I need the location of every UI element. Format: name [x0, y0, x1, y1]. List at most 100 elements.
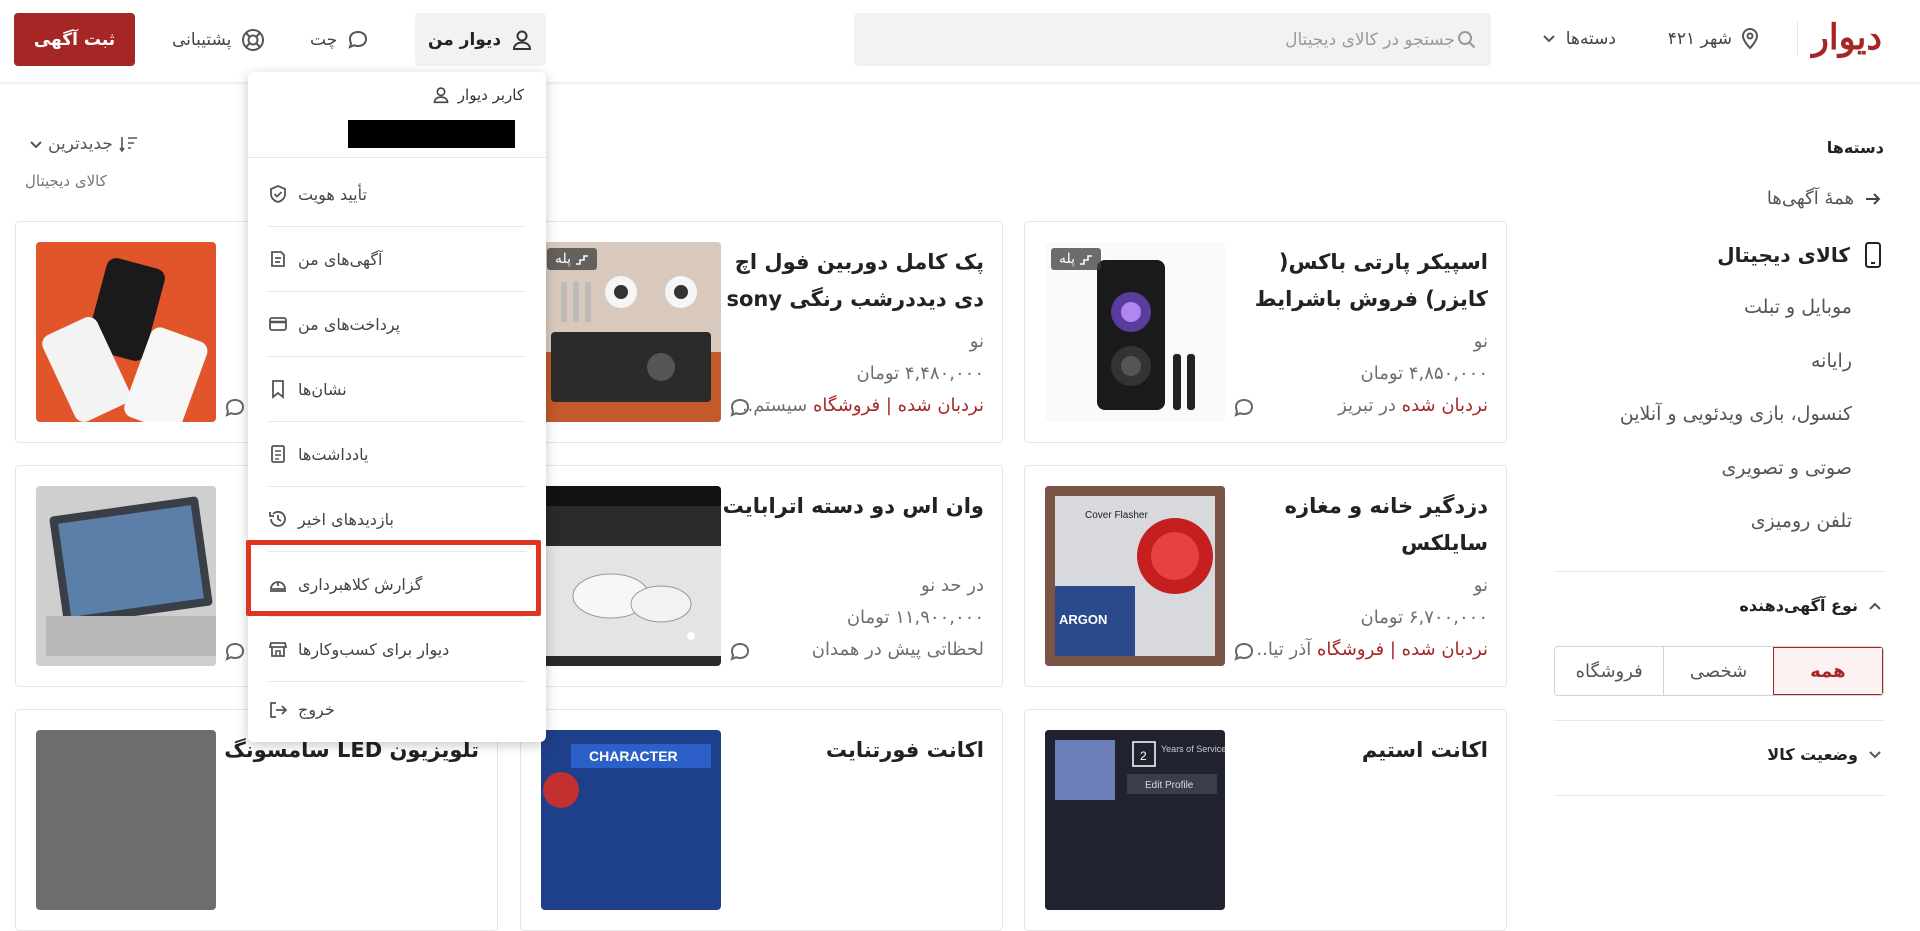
sidebar-title: دسته‌ها — [1826, 138, 1884, 157]
pele-badge: پله — [547, 248, 598, 270]
menu-user-label: کاربر دیوار — [457, 86, 524, 104]
listing-card[interactable]: تلویزیون LED سامسونگ — [15, 709, 498, 931]
svg-text:2: 2 — [1140, 749, 1147, 763]
chat-bubble-icon[interactable] — [729, 642, 751, 662]
credit-card-icon — [268, 314, 288, 334]
listing-title: اسپیکر پارتی باکس( کایزر) فروش باشرایط — [1254, 250, 1488, 311]
poster-type-all[interactable]: همه — [1772, 647, 1883, 695]
arrow-right-icon — [1864, 191, 1882, 207]
menu-item-label: نشان‌ها — [298, 379, 347, 399]
sidebar-all-ads-label: همهٔ آگهی‌ها — [1766, 188, 1854, 209]
game-title-text: CHARACTER — [589, 748, 678, 764]
steam-profile-image: 2 Years of Service Edit Profile — [1045, 730, 1225, 910]
menu-item-divar-business[interactable]: دیوار برای کسب‌وکارها — [268, 617, 526, 682]
listing-card[interactable]: اکانت فورتنایت CHARACTER — [520, 709, 1003, 931]
sidebar-item-mobile[interactable]: موبایل و تبلت — [1744, 296, 1852, 318]
listing-image: 2 Years of Service Edit Profile — [1045, 730, 1225, 910]
search-input[interactable] — [868, 28, 1457, 51]
search-box[interactable] — [854, 13, 1491, 66]
menu-item-recent-views[interactable]: بازدیدهای اخیر — [268, 487, 526, 552]
post-ad-button[interactable]: ثبت آگهی — [14, 13, 135, 66]
stairs-icon — [575, 253, 589, 265]
condition-toggle[interactable]: وضعیت کالا — [1767, 745, 1882, 764]
listing-card[interactable]: پک کامل دوربین فول اچ دی دیددرشب رنگی so… — [520, 221, 1003, 443]
menu-item-my-ads[interactable]: آگهی‌های من — [268, 227, 526, 292]
listing-image: پله — [1045, 242, 1225, 422]
note-icon — [268, 444, 288, 464]
listing-price: ۴,۴۸۰,۰۰۰ تومان — [856, 363, 985, 384]
listing-card[interactable]: اکانت استیم 2 Years of Service Edit Prof… — [1024, 709, 1507, 931]
poster-type-segmented: همه شخصی فروشگاه — [1554, 646, 1884, 696]
fraud-report-icon — [268, 574, 288, 594]
shield-check-icon — [268, 184, 288, 204]
listing-card[interactable]: اسپیکر پارتی باکس( کایزر) فروش باشرایط ن… — [1024, 221, 1507, 443]
chat-bubble-icon[interactable] — [224, 398, 246, 418]
chat-bubble-icon[interactable] — [224, 642, 246, 662]
listing-price: ۶,۷۰۰,۰۰۰ تومان — [1360, 607, 1489, 628]
listing-price: ۴,۸۵۰,۰۰۰ تومان — [1360, 363, 1489, 384]
listing-location: در تبریز — [1338, 395, 1396, 416]
menu-item-label: پرداخت‌های من — [298, 314, 401, 334]
header-divider — [1797, 22, 1798, 56]
location-pin-icon — [1740, 28, 1760, 50]
menu-item-payments[interactable]: پرداخت‌های من — [268, 292, 526, 357]
sidebar-current-label: کالای دیجیتال — [1717, 243, 1850, 267]
menu-item-report-fraud[interactable]: گزارش کلاهبرداری — [268, 552, 526, 617]
sidebar-item-console[interactable]: کنسول، بازی ویدئویی و آنلاین — [1620, 403, 1852, 425]
shop-badge: | فروشگاه — [812, 395, 892, 416]
poster-type-title: نوع آگهی‌دهنده — [1739, 596, 1858, 615]
sidebar-item-computer[interactable]: رایانه — [1811, 350, 1852, 372]
chat-button[interactable]: چت — [310, 13, 369, 66]
city-selector[interactable]: ۴۲۱ شهر — [1668, 24, 1760, 54]
listing-title: اکانت استیم — [1361, 738, 1488, 762]
listing-condition: در حد نو — [920, 575, 984, 596]
menu-item-notes[interactable]: یادداشت‌ها — [268, 422, 526, 487]
listing-condition: نو — [1473, 331, 1488, 352]
listing-location: لحظاتی پیش در همدان — [811, 639, 984, 660]
chat-bubble-icon[interactable] — [1233, 642, 1255, 662]
store-icon — [268, 639, 288, 659]
alarm-image: ARGON Cover Flasher — [1045, 486, 1225, 666]
sidebar-divider — [1554, 795, 1884, 796]
sort-label: جدیدترین — [48, 134, 113, 154]
categories-dropdown[interactable]: دسته‌ها — [1542, 24, 1616, 54]
sort-dropdown[interactable]: جدیدترین — [30, 134, 139, 154]
listing-location: سیستم... — [744, 395, 808, 416]
iphone-image — [36, 242, 216, 422]
logout-icon — [268, 700, 288, 720]
menu-item-verify-identity[interactable]: تأیید هویت — [268, 162, 526, 227]
poster-type-personal[interactable]: شخصی — [1663, 647, 1772, 695]
city-label: ۴۲۱ شهر — [1667, 29, 1732, 49]
support-label: پشتیبانی — [172, 29, 232, 50]
fortnite-image: CHARACTER — [541, 730, 721, 910]
menu-item-label: آگهی‌های من — [298, 249, 383, 269]
listing-card[interactable]: دزدگیر خانه و مغازه سایلکس نو ۶,۷۰۰,۰۰۰ … — [1024, 465, 1507, 687]
menu-item-label: تأیید هویت — [298, 184, 367, 204]
listing-image: CHARACTER — [541, 730, 721, 910]
categories-label: دسته‌ها — [1565, 29, 1616, 49]
my-divar-button[interactable]: دیوار من — [415, 13, 546, 66]
menu-item-logout[interactable]: خروج — [268, 677, 526, 742]
document-icon — [268, 249, 288, 269]
condition-title: وضعیت کالا — [1767, 745, 1858, 764]
sidebar-item-audio-video[interactable]: صوتی و تصویری — [1721, 457, 1852, 479]
menu-item-bookmarks[interactable]: نشان‌ها — [268, 357, 526, 422]
breadcrumb[interactable]: کالای دیجیتال — [25, 172, 107, 190]
poster-type-shop[interactable]: فروشگاه — [1555, 647, 1663, 695]
poster-type-toggle[interactable]: نوع آگهی‌دهنده — [1739, 596, 1882, 615]
chevron-down-icon — [30, 140, 42, 149]
menu-item-label: یادداشت‌ها — [298, 444, 369, 464]
sidebar-all-ads[interactable]: همهٔ آگهی‌ها — [1767, 188, 1882, 209]
divar-logo[interactable]: دیوار — [1812, 13, 1882, 63]
menu-divider — [248, 157, 546, 158]
chat-bubble-icon[interactable] — [1233, 398, 1255, 418]
menu-item-label: گزارش کلاهبرداری — [298, 574, 423, 594]
sidebar-current-category[interactable]: کالای دیجیتال — [1717, 242, 1882, 268]
support-button[interactable]: پشتیبانی — [172, 13, 265, 66]
sidebar-item-desk-phone[interactable]: تلفن رومیزی — [1751, 510, 1852, 532]
listing-title: پک کامل دوربین فول اچ دی دیددرشب رنگی so… — [726, 250, 984, 311]
user-icon — [432, 86, 450, 104]
listing-card[interactable]: وان اس دو دسته اترابایت در حد نو ۱۱,۹۰۰,… — [520, 465, 1003, 687]
chat-bubble-icon[interactable] — [729, 398, 751, 418]
listing-title: دزدگیر خانه و مغازه سایلکس — [1284, 494, 1488, 555]
